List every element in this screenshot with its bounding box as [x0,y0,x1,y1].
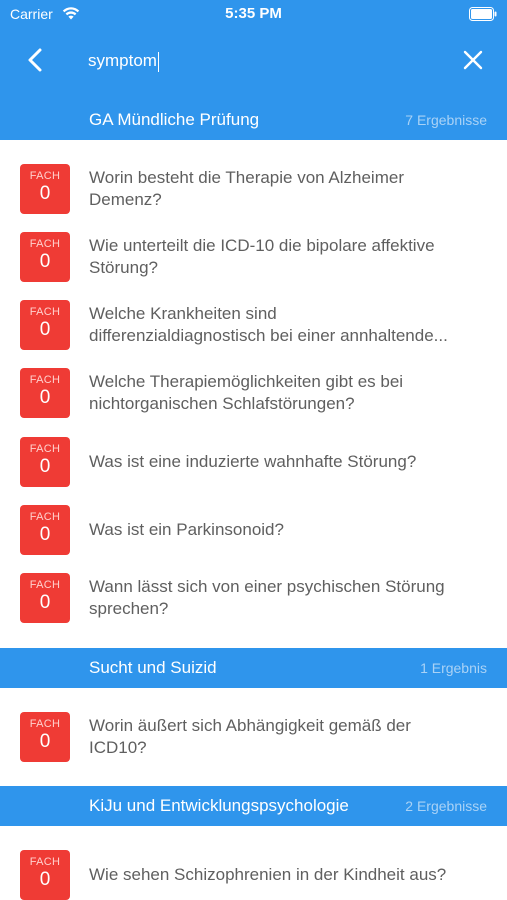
section-header: Sucht und Suizid 1 Ergebnis [0,648,507,688]
result-item[interactable]: FACH 0 Was ist eine induzierte wahnhafte… [0,428,507,496]
badge-label: FACH [29,374,61,386]
question-line: Welche Therapiemöglichkeiten gibt es bei [89,372,404,391]
question-line: Welche Krankheiten sind [89,304,277,323]
question-line: ICD10? [89,738,147,757]
question-line: sprechen? [89,599,169,618]
badge-count: 0 [39,524,51,545]
subject-badge: FACH 0 [20,164,70,214]
status-time: 5:35 PM [225,5,282,22]
badge-label: FACH [29,511,61,523]
section-result-count: 2 Ergebnisse [405,798,487,814]
badge-label: FACH [29,170,61,182]
section-title: GA Mündliche Prüfung [89,110,260,129]
badge-count: 0 [39,319,51,340]
section-header: GA Mündliche Prüfung 7 Ergebnisse [0,100,507,140]
section-title: KiJu und Entwicklungspsychologie [89,796,349,815]
section-header: KiJu und Entwicklungspsychologie 2 Ergeb… [0,786,507,826]
badge-count: 0 [39,592,51,613]
subject-badge: FACH 0 [20,300,70,350]
battery-icon [469,7,497,21]
subject-badge: FACH 0 [20,850,70,900]
badge-count: 0 [39,731,51,752]
result-item[interactable]: FACH 0 Worin besteht die Therapie von Al… [0,155,507,223]
status-bar: Carrier 5:35 PM [0,0,507,30]
subject-badge: FACH 0 [20,232,70,282]
question-line: Was ist ein Parkinsonoid? [89,520,284,539]
result-item[interactable]: FACH 0 Was ist ein Parkinsonoid? [0,496,507,564]
question-line: Worin äußert sich Abhängigkeit gemäß der [89,716,411,735]
question-text: Wie unterteilt die ICD-10 die bipolare a… [89,235,489,279]
section-result-count: 7 Ergebnisse [405,112,487,128]
question-text: Worin besteht die Therapie von Alzheimer… [89,167,489,211]
question-text: Welche Therapiemöglichkeiten gibt es bei… [89,371,489,415]
badge-count: 0 [39,251,51,272]
result-item[interactable]: FACH 0 Worin äußert sich Abhängigkeit ge… [0,703,507,771]
search-bar: symptom [0,40,507,80]
question-line: Demenz? [89,190,162,209]
question-text: Welche Krankheiten sind differenzialdiag… [89,303,489,347]
section-result-count: 1 Ergebnis [420,660,487,676]
result-item[interactable]: FACH 0 Wie unterteilt die ICD-10 die bip… [0,223,507,291]
subject-badge: FACH 0 [20,368,70,418]
question-line: Wann lässt sich von einer psychischen St… [89,577,445,596]
question-line: Worin besteht die Therapie von Alzheimer [89,168,404,187]
badge-count: 0 [39,869,51,890]
badge-label: FACH [29,718,61,730]
question-line: nichtorganischen Schlafstörungen? [89,394,355,413]
subject-badge: FACH 0 [20,437,70,487]
badge-count: 0 [39,387,51,408]
subject-badge: FACH 0 [20,505,70,555]
question-text: Wann lässt sich von einer psychischen St… [89,576,489,620]
result-item[interactable]: FACH 0 Wann lässt sich von einer psychis… [0,564,507,632]
badge-label: FACH [29,443,61,455]
question-line: Störung? [89,258,158,277]
subject-badge: FACH 0 [20,712,70,762]
badge-label: FACH [29,238,61,250]
badge-count: 0 [39,183,51,204]
question-line: differenzialdiagnostisch bei einer annha… [89,326,448,345]
question-text: Worin äußert sich Abhängigkeit gemäß der… [89,715,489,759]
result-item[interactable]: FACH 0 Welche Krankheiten sind differenz… [0,291,507,359]
result-item[interactable]: FACH 0 Wie sehen Schizophrenien in der K… [0,841,507,900]
badge-label: FACH [29,856,61,868]
search-value: symptom [88,51,157,70]
header-bar: Carrier 5:35 PM symptom [0,0,507,100]
badge-count: 0 [39,456,51,477]
badge-label: FACH [29,306,61,318]
question-text: Wie sehen Schizophrenien in der Kindheit… [89,864,489,886]
badge-label: FACH [29,579,61,591]
chevron-left-icon[interactable] [22,46,50,74]
question-line: Wie unterteilt die ICD-10 die bipolare a… [89,236,435,255]
section-title: Sucht und Suizid [89,658,217,677]
close-icon[interactable] [463,50,483,70]
question-line: Wie sehen Schizophrenien in der Kindheit… [89,865,447,884]
question-line: Was ist eine induzierte wahnhafte Störun… [89,452,417,471]
question-text: Was ist eine induzierte wahnhafte Störun… [89,451,489,473]
result-item[interactable]: FACH 0 Welche Therapiemöglichkeiten gibt… [0,359,507,427]
text-cursor [157,51,159,72]
question-text: Was ist ein Parkinsonoid? [89,519,489,541]
search-input[interactable]: symptom [88,48,428,74]
subject-badge: FACH 0 [20,573,70,623]
